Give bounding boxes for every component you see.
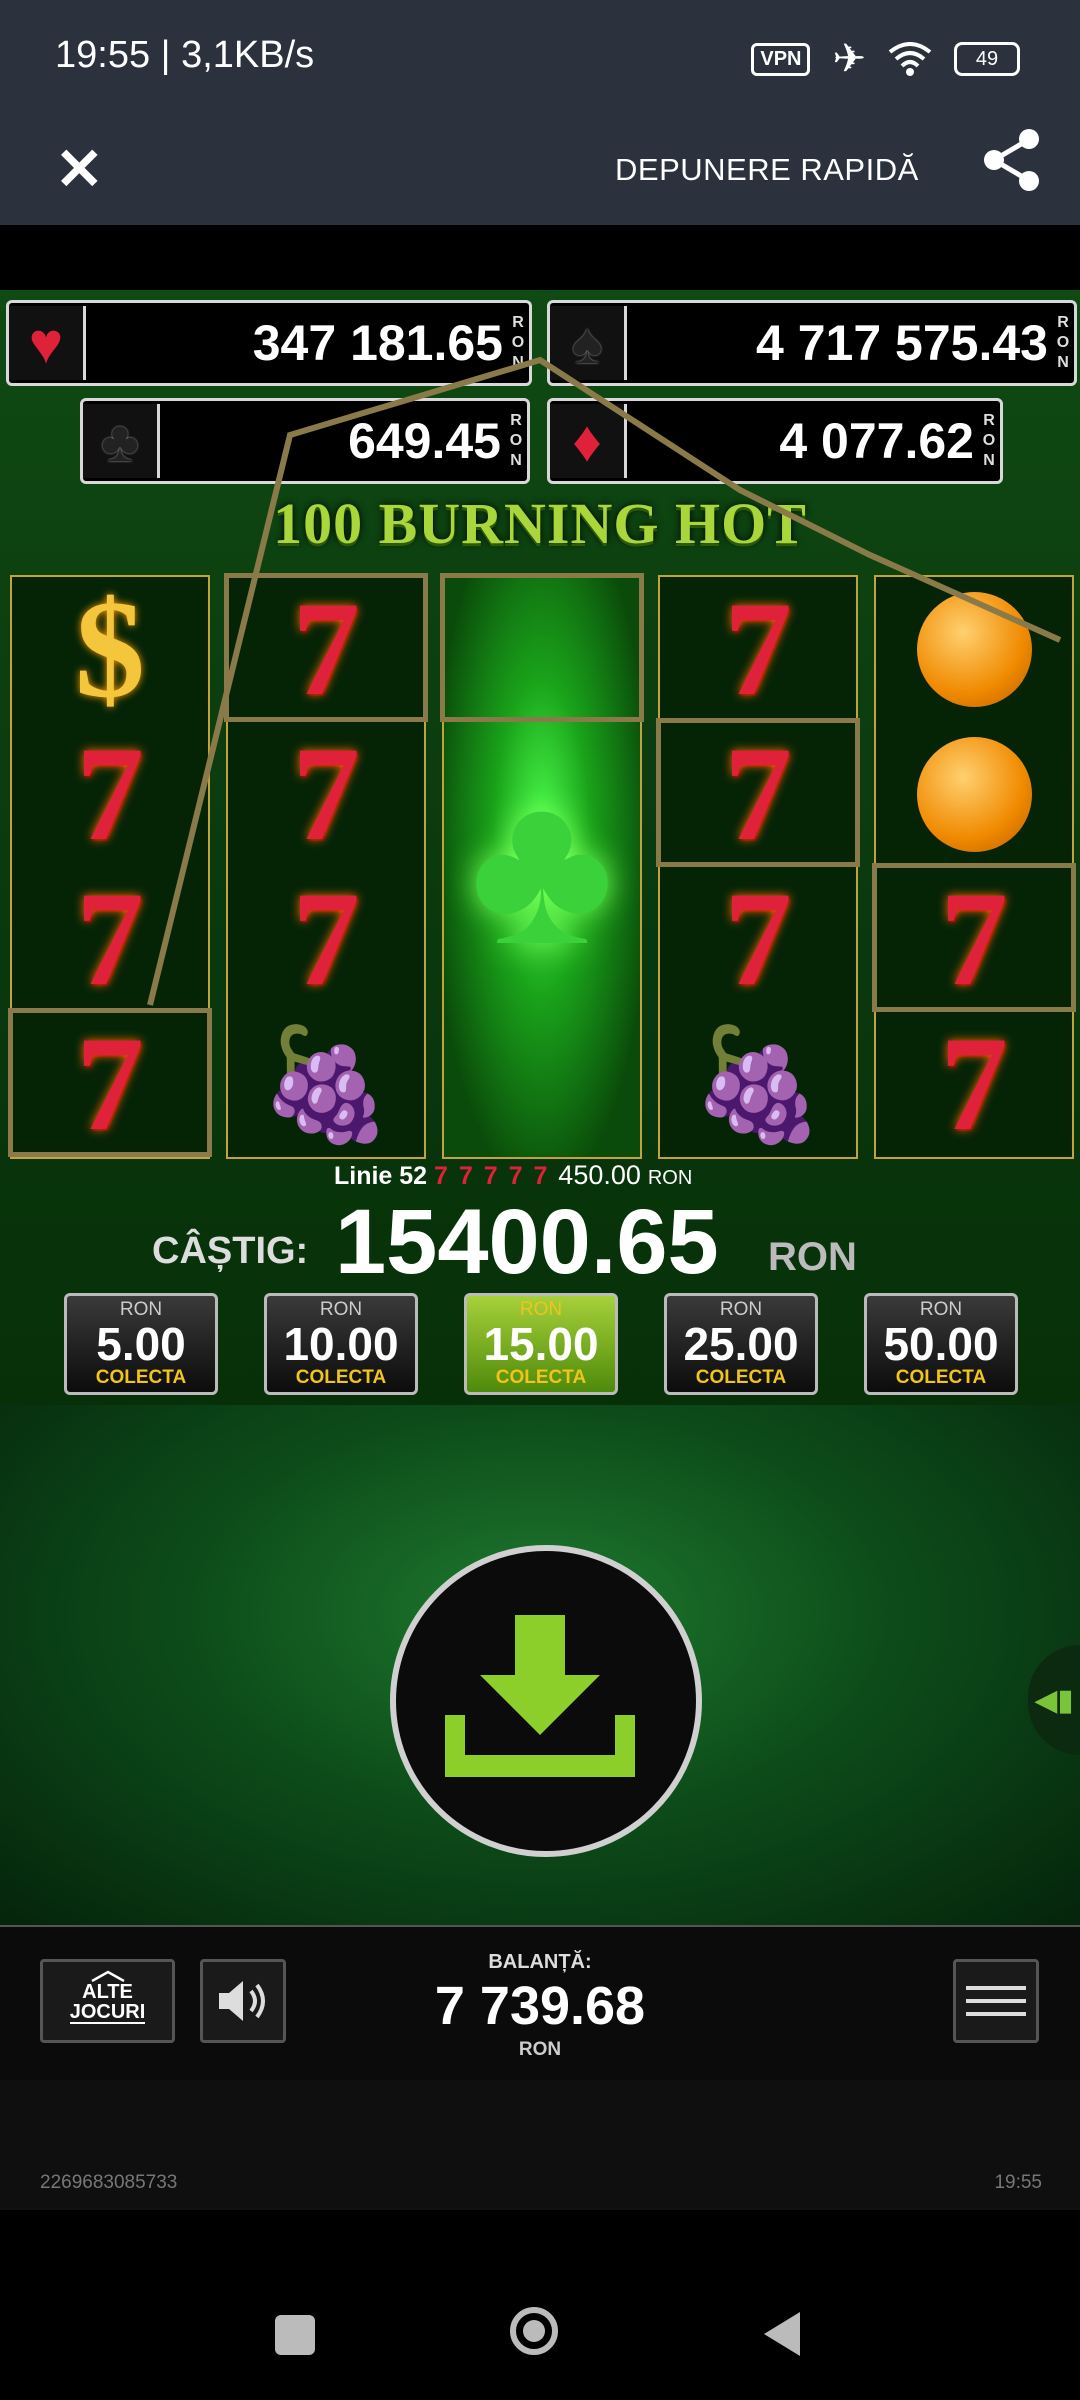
airplane-icon: ✈ bbox=[832, 37, 866, 81]
collect-amount: 50.00 bbox=[883, 1318, 999, 1370]
collect-label: COLECTA bbox=[695, 1367, 787, 1388]
home-button[interactable] bbox=[510, 2307, 558, 2355]
close-button[interactable]: ✕ bbox=[55, 135, 115, 205]
status-time-speed: 19:55 | 3,1KB/s bbox=[55, 34, 315, 76]
collect-button-25[interactable]: RON 25.00 COLECTA bbox=[664, 1293, 818, 1395]
balance-label: BALANȚĂ: bbox=[488, 1951, 592, 1973]
win-line-label: Linie 52 bbox=[334, 1162, 428, 1190]
game-area: ♥ 347 181.65 RON ♠ 4 717 575.43 RON ♣ 64… bbox=[0, 290, 1080, 1405]
collect-amount: 10.00 bbox=[283, 1318, 399, 1370]
bottom-bar: ALTE JOCURI BALANȚĂ: 7 739.68 RON bbox=[0, 1925, 1080, 2084]
battery-icon: 49 bbox=[954, 42, 1020, 76]
collect-amount: 5.00 bbox=[96, 1318, 186, 1370]
home-dot bbox=[523, 2320, 545, 2342]
collect-amount: 15.00 bbox=[483, 1318, 599, 1370]
win-amount: 15400.65 bbox=[335, 1191, 719, 1293]
win-line-sevens: 7 7 7 7 7 bbox=[434, 1162, 559, 1190]
download-icon bbox=[445, 1615, 635, 1777]
balance-currency: RON bbox=[518, 2039, 562, 2060]
win-line-amount: 450.00 bbox=[558, 1160, 641, 1190]
win-label: CÂȘTIG: bbox=[152, 1230, 309, 1272]
menu-icon-line bbox=[966, 1999, 1026, 2003]
win-currency: RON bbox=[768, 1235, 857, 1279]
collect-button-50[interactable]: RON 50.00 COLECTA bbox=[864, 1293, 1018, 1395]
win-line-currency: RON bbox=[647, 1167, 693, 1189]
session-id: 2269683085733 bbox=[40, 2172, 178, 2193]
back-button[interactable] bbox=[760, 2310, 804, 2358]
navigation-bar bbox=[0, 2210, 1080, 2400]
collect-label: COLECTA bbox=[295, 1367, 387, 1388]
collect-amount: 25.00 bbox=[683, 1318, 799, 1370]
vpn-icon: VPN bbox=[751, 42, 811, 76]
collect-spin-button[interactable] bbox=[390, 1545, 702, 1857]
spin-area: ◀▮ bbox=[0, 1405, 1080, 1925]
collect-label: COLECTA bbox=[495, 1367, 587, 1388]
footer: 2269683085733 19:55 bbox=[0, 2080, 1080, 2210]
share-icon[interactable] bbox=[982, 128, 1042, 192]
collect-button-15[interactable]: RON 15.00 COLECTA bbox=[464, 1293, 618, 1395]
wifi-icon bbox=[888, 42, 932, 76]
menu-icon-line bbox=[966, 2012, 1026, 2016]
side-panel-toggle[interactable]: ◀▮ bbox=[1028, 1645, 1080, 1755]
recents-button[interactable] bbox=[275, 2315, 315, 2355]
win-line-info: Linie 52 7 7 7 7 7 450.00 RON bbox=[334, 1160, 692, 1191]
menu-icon bbox=[966, 1986, 1026, 1990]
menu-button[interactable] bbox=[953, 1959, 1039, 2043]
quick-deposit-button[interactable]: DEPUNERE RAPIDĂ bbox=[615, 140, 919, 200]
collect-button-10[interactable]: RON 10.00 COLECTA bbox=[264, 1293, 418, 1395]
balance-value: 7 739.68 bbox=[434, 1976, 646, 2036]
collect-label: COLECTA bbox=[95, 1367, 187, 1388]
close-icon: ✕ bbox=[55, 137, 104, 202]
battery-level: 49 bbox=[975, 47, 999, 70]
footer-time: 19:55 bbox=[994, 2172, 1042, 2193]
status-icons: VPN ✈ 49 bbox=[751, 36, 1020, 82]
arrow-left-icon: ◀▮ bbox=[1034, 1683, 1074, 1717]
collect-label: COLECTA bbox=[895, 1367, 987, 1388]
status-bar: 19:55 | 3,1KB/s VPN ✈ 49 bbox=[0, 0, 1080, 115]
collect-button-5[interactable]: RON 5.00 COLECTA bbox=[64, 1293, 218, 1395]
top-bar: ✕ DEPUNERE RAPIDĂ bbox=[0, 115, 1080, 225]
